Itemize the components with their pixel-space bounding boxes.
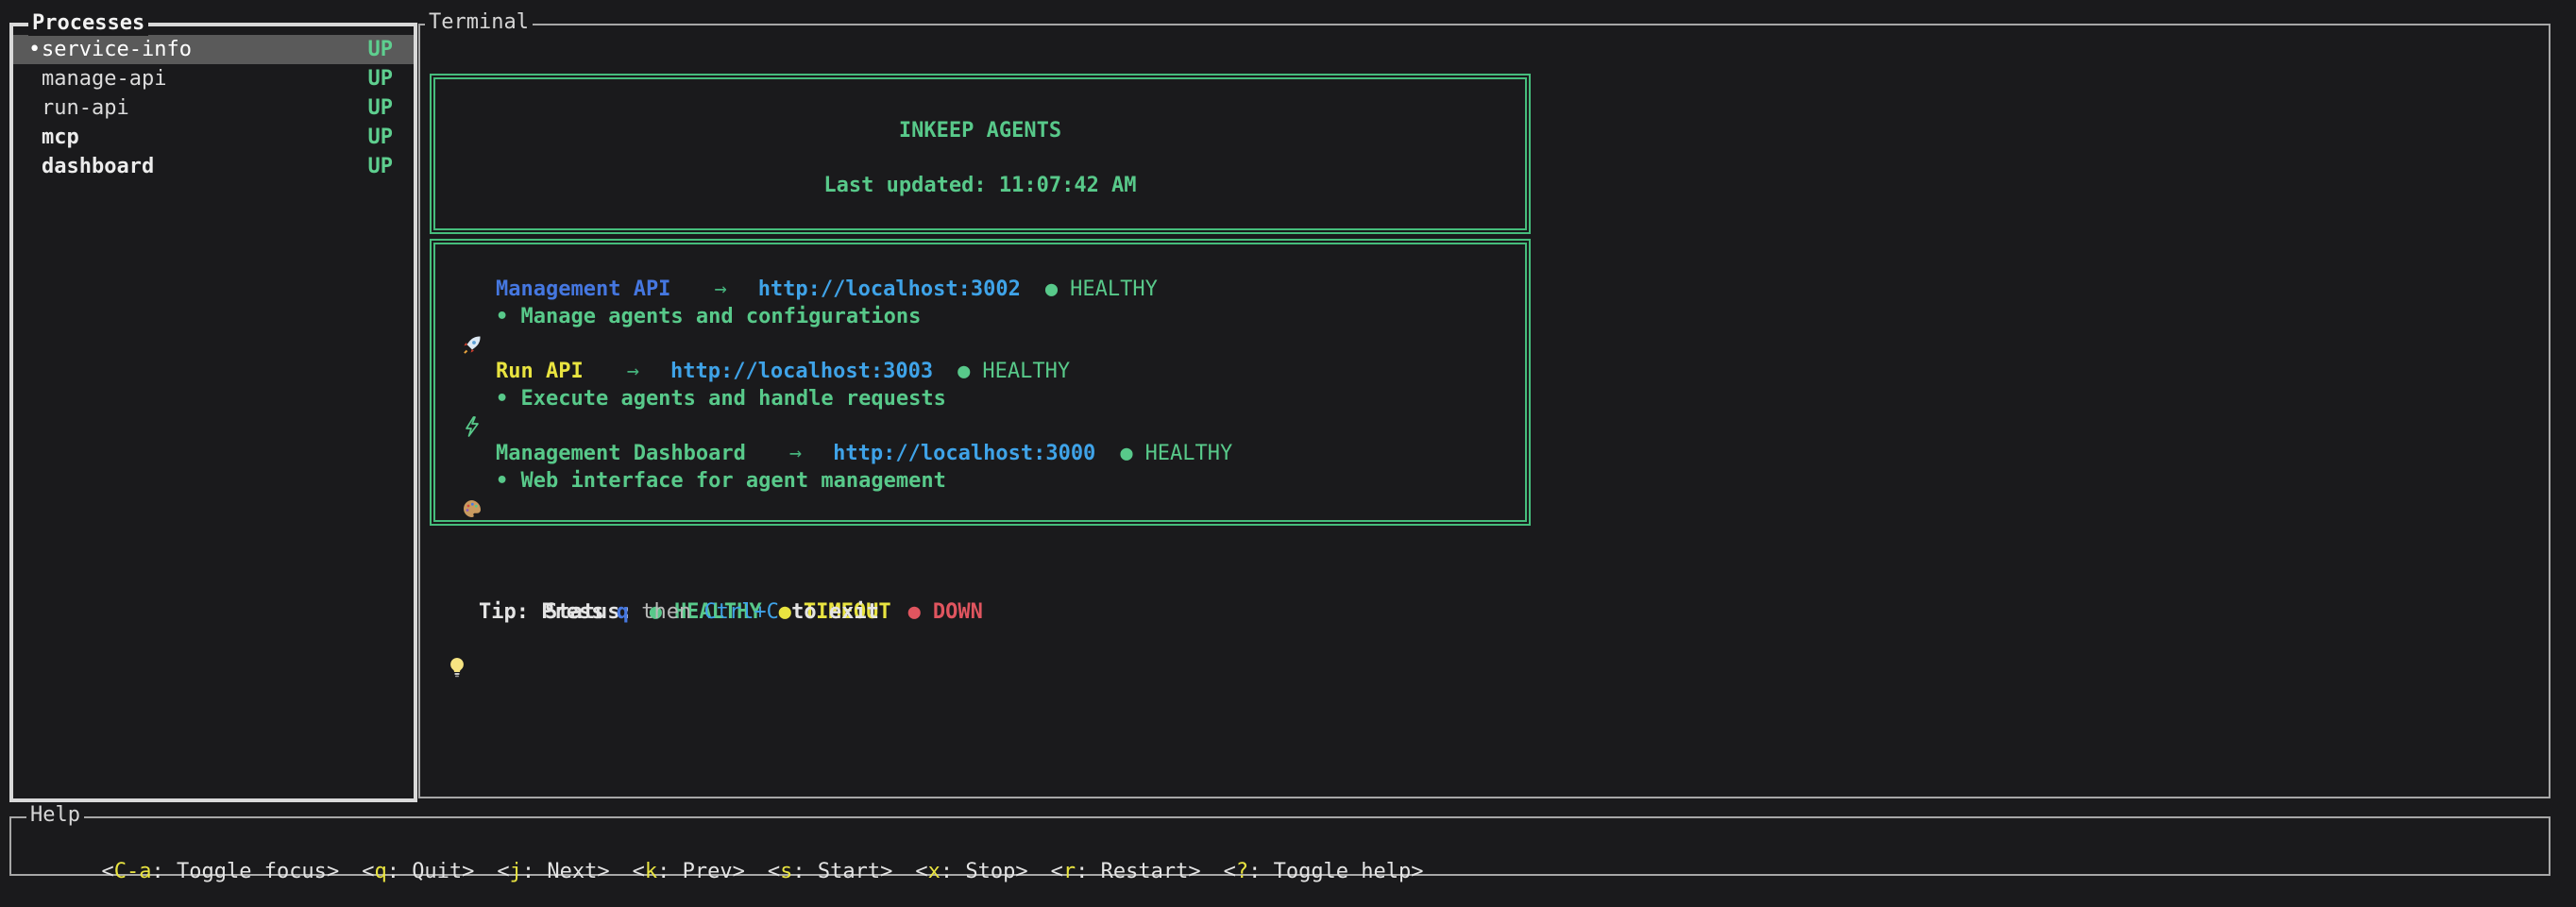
shortcut-label: Toggle focus [177,860,327,883]
shortcut-quit: <q: Quit> [362,860,474,883]
health-dot-icon: ● [958,358,970,385]
shortcut-label: Toggle help [1274,860,1412,883]
selected-bullet: • [28,38,42,61]
process-name: service-info [42,38,368,61]
health-dot-icon: ● [1120,440,1132,467]
arrow-icon: → [627,358,639,385]
service-url[interactable]: http://localhost:3003 [670,358,933,385]
rocket-icon [460,278,484,301]
process-row-manage-api[interactable]: manage-api UP [13,64,414,93]
service-run-api: Run API → http://localhost:3003 ● HEALTH… [460,358,1525,412]
process-status-badge: UP [368,67,394,91]
process-name: manage-api [42,67,368,91]
process-row-dashboard[interactable]: dashboard UP [13,152,414,181]
service-management-dashboard: Management Dashboard → http://localhost:… [460,440,1525,495]
service-description: • Manage agents and configurations [460,303,1525,330]
shortcut-label: Quit [412,860,462,883]
process-name: mcp [42,126,368,149]
service-url[interactable]: http://localhost:3000 [833,440,1095,467]
process-row-run-api[interactable]: run-api UP [13,93,414,123]
services-box: Management API → http://localhost:3002 ●… [430,239,1531,526]
shortcut-label: Start [818,860,880,883]
shortcut-toggle-focus: <C-a: Toggle focus> [101,860,339,883]
shortcut-label: Prev [683,860,733,883]
terminal-panel: Terminal INKEEP AGENTS Last updated: 11:… [418,24,2551,798]
tip-key-ctrl-c: Ctrl+C [703,598,778,626]
banner-box: INKEEP AGENTS Last updated: 11:07:42 AM [430,74,1531,234]
shortcut-label: Stop [965,860,1015,883]
process-row-service-info[interactable]: • service-info UP [13,35,414,64]
process-status-badge: UP [368,38,394,61]
process-name: dashboard [42,155,368,178]
down-dot-icon: ● [908,600,921,624]
bolt-icon [460,361,484,383]
service-management-api: Management API → http://localhost:3002 ●… [460,276,1525,330]
process-list: • service-info UP manage-api UP run-api … [13,26,414,181]
shortcut-key: ? [1236,860,1248,883]
app-root: Processes • service-info UP manage-api U… [0,0,2576,902]
tip-key-q: q [617,598,629,626]
shortcut-key: j [510,860,522,883]
service-name: Management Dashboard [496,440,746,467]
service-name: Management API [496,276,670,303]
help-panel-title: Help [26,803,84,828]
service-url[interactable]: http://localhost:3002 [758,276,1021,303]
process-row-mcp[interactable]: mcp UP [13,123,414,152]
service-health-label: HEALTHY [982,358,1070,385]
tip-text: Tip: Press [479,598,617,626]
banner-heading: INKEEP AGENTS [435,117,1525,144]
shortcut-next: <j: Next> [497,860,609,883]
process-name: run-api [42,96,368,120]
shortcut-key: q [374,860,386,883]
banner-last-updated: Last updated: 11:07:42 AM [435,172,1525,199]
shortcut-key: r [1063,860,1076,883]
tip-text: to exit [779,598,879,626]
shortcut-restart: <r: Restart> [1051,860,1201,883]
service-description: • Execute agents and handle requests [460,385,1525,412]
service-description: • Web interface for agent management [460,467,1525,495]
tip-text: then [629,598,703,626]
status-legend: Status:●HEALTHY●TIMEOUT●DOWN [445,571,983,598]
terminal-footer: Status:●HEALTHY●TIMEOUT●DOWN Tip: Press … [445,571,983,626]
service-health-label: HEALTHY [1070,276,1158,303]
arrow-icon: → [789,440,802,467]
processes-panel-title: Processes [28,11,148,36]
shortcut-key: k [645,860,657,883]
shortcut-label: Next [547,860,597,883]
shortcut-prev: <k: Prev> [633,860,745,883]
terminal-panel-title: Terminal [425,10,533,35]
bulb-icon [445,601,469,624]
shortcut-key: s [780,860,792,883]
process-status-badge: UP [368,96,394,120]
shortcut-stop: <x: Stop> [915,860,1027,883]
process-status-badge: UP [368,126,394,149]
shortcut-start: <s: Start> [768,860,892,883]
processes-panel: Processes • service-info UP manage-api U… [9,23,417,802]
help-panel: Help <C-a: Toggle focus><q: Quit><j: Nex… [9,816,2551,876]
shortcut-toggle-help: <?: Toggle help> [1224,860,1424,883]
palette-icon [460,443,484,465]
legend-down: ●DOWN [908,600,983,624]
service-name: Run API [496,358,584,385]
shortcut-label: Restart [1101,860,1189,883]
help-shortcuts: <C-a: Toggle focus> <q: Quit> <j: Next> <k:… [11,818,2549,907]
arrow-icon: → [714,276,726,303]
process-status-badge: UP [368,155,394,178]
shortcut-key: x [928,860,941,883]
shortcut-key: C-a [114,860,152,883]
health-dot-icon: ● [1045,276,1058,303]
banner-spacer [435,144,1525,172]
service-health-label: HEALTHY [1145,440,1233,467]
